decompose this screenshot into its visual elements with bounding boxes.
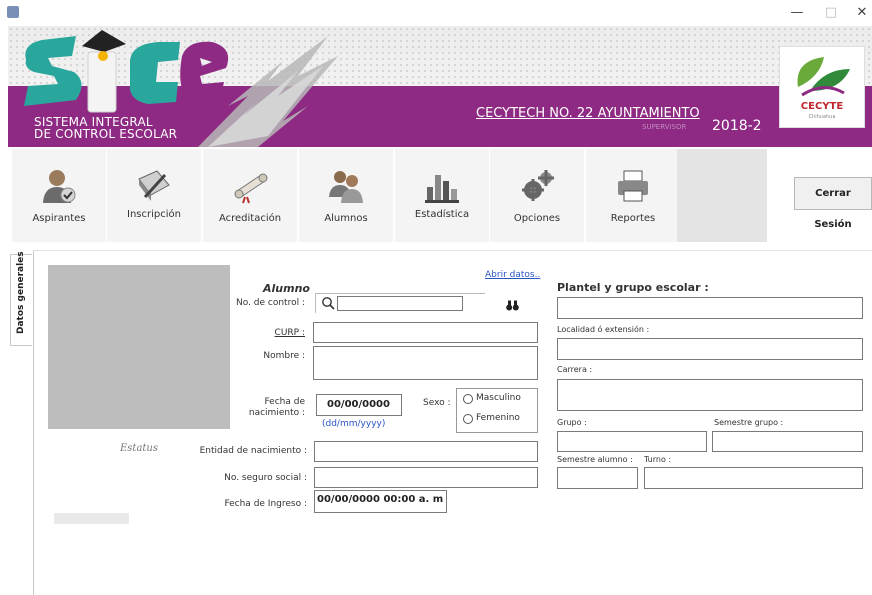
user-role: SUPERVISOR [642, 123, 687, 131]
career-label: Carrera : [557, 365, 593, 374]
close-button[interactable]: ✕ [846, 2, 872, 24]
scroll-diploma-icon [234, 173, 268, 204]
minimize-button[interactable]: — [781, 2, 813, 24]
entry-date-input[interactable]: 00/00/0000 00:00 a. m [314, 490, 447, 513]
reportes-label: Reportes [610, 213, 656, 224]
aspirantes-label: Aspirantes [32, 213, 86, 224]
app-icon [7, 6, 19, 18]
birth-date-format: (dd/mm/yyyy) [322, 419, 386, 429]
shift-label: Turno : [644, 455, 672, 464]
cecyte-leaf-icon [797, 57, 850, 97]
ssn-input[interactable] [314, 467, 538, 488]
name-input[interactable] [313, 346, 538, 380]
male-label: Masculino [476, 393, 521, 403]
printer-icon [618, 170, 648, 202]
school-period: 2018-2 [712, 118, 762, 134]
group-input[interactable] [557, 431, 707, 452]
birth-date-label: Fecha de nacimiento : [210, 397, 305, 419]
control-no-input[interactable] [337, 296, 463, 311]
birth-date-label-line1: Fecha de [264, 397, 306, 407]
maximize-button[interactable]: □ [815, 2, 847, 24]
aspirantes-button[interactable]: Aspirantes [12, 149, 106, 242]
opciones-label: Opciones [513, 213, 561, 224]
opciones-button[interactable]: Opciones [490, 149, 584, 242]
acreditacion-button[interactable]: Acreditación [203, 149, 297, 242]
group-semester-label: Semestre grupo : [714, 418, 784, 427]
inscripcion-button[interactable]: Inscripción [107, 149, 201, 242]
acreditacion-label: Acreditación [218, 213, 282, 224]
control-no-label: No. de control : [235, 298, 305, 308]
sex-label: Sexo : [423, 398, 451, 408]
logout-button[interactable]: Cerrar Sesión [794, 177, 872, 230]
status-value-bar [54, 513, 129, 524]
school-input[interactable] [557, 297, 863, 319]
locality-label: Localidad ó extensión : [557, 325, 650, 334]
career-input[interactable] [557, 379, 863, 411]
bar-chart-icon [425, 175, 459, 203]
curp-input[interactable] [313, 322, 538, 343]
cecyte-name: CECYTE [800, 101, 844, 112]
locality-input[interactable] [557, 338, 863, 360]
tab-datos-generales-label: Datos generales [16, 251, 26, 334]
cecyte-logo: CECYTE Chihuahua [779, 46, 865, 128]
alumnos-button[interactable]: Alumnos [299, 149, 393, 242]
birth-state-input[interactable] [314, 441, 538, 462]
header-banner: SISTEMA INTEGRAL DE CONTROL ESCOLAR CECY… [8, 26, 872, 147]
binoculars-icon[interactable] [506, 300, 519, 311]
cecyte-subtitle: Chihuahua [808, 114, 836, 120]
shift-input[interactable] [644, 467, 863, 489]
search-icon[interactable] [321, 296, 335, 310]
user-check-icon [43, 170, 76, 203]
group-semester-input[interactable] [712, 431, 863, 452]
inscripcion-label: Inscripción [127, 209, 181, 220]
system-name-line2: DE CONTROL ESCOLAR [34, 127, 178, 141]
school-group-heading: Plantel y grupo escolar : [557, 281, 709, 294]
open-data-link[interactable]: Abrir datos.. [485, 270, 540, 280]
alumnos-label: Alumnos [324, 213, 368, 224]
main-toolbar: Aspirantes Inscripción Acreditación Alum… [8, 147, 872, 244]
users-icon [329, 171, 363, 203]
system-name: SISTEMA INTEGRAL DE CONTROL ESCOLAR [34, 116, 177, 140]
student-semester-input[interactable] [557, 467, 638, 489]
toolbar-empty-slot [677, 149, 767, 242]
status-label: Estatus [120, 443, 159, 454]
school-link[interactable]: CECYTECH NO. 22 AYUNTAMIENTO [476, 106, 700, 121]
window-titlebar: — □ ✕ [0, 0, 872, 26]
curp-label: CURP : [274, 328, 305, 338]
reportes-button[interactable]: Reportes [586, 149, 680, 242]
estadistica-label: Estadística [414, 209, 470, 220]
student-heading: Alumno [263, 282, 310, 295]
birth-state-label: Entidad de nacimiento : [199, 446, 307, 456]
gears-icon [522, 170, 554, 201]
male-radio[interactable] [463, 394, 473, 404]
ssn-label: No. seguro social : [224, 473, 307, 483]
sice-logo [24, 30, 229, 113]
entry-date-label: Fecha de Ingreso : [224, 499, 307, 509]
book-pen-icon [138, 170, 170, 201]
tab-datos-generales[interactable]: Datos generales [10, 251, 32, 346]
name-label: Nombre : [263, 351, 305, 361]
birth-date-input[interactable]: 00/00/0000 [316, 394, 402, 416]
female-radio[interactable] [463, 414, 473, 424]
student-photo[interactable] [48, 265, 230, 429]
birth-date-label-line2: nacimiento : [248, 408, 305, 418]
group-label: Grupo : [557, 418, 587, 427]
student-semester-label: Semestre alumno : [557, 455, 633, 464]
estadistica-button[interactable]: Estadística [395, 149, 489, 242]
female-label: Femenino [476, 413, 520, 423]
